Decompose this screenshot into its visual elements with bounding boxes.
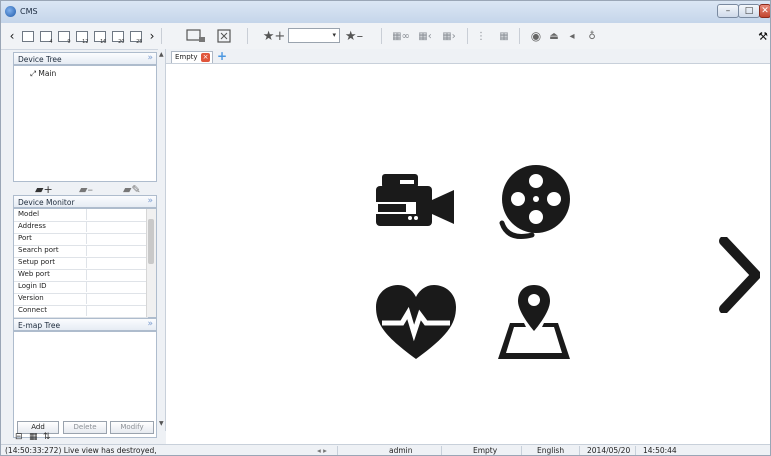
layout-9-button[interactable]: 9 bbox=[56, 27, 71, 45]
toolbar-divider bbox=[467, 28, 468, 44]
status-time: 14:50:44 bbox=[643, 446, 677, 455]
chevron-right-icon[interactable] bbox=[718, 237, 760, 313]
collapse-icon[interactable]: » bbox=[147, 196, 153, 206]
film-reel-icon[interactable] bbox=[494, 163, 574, 243]
fullscreen-icon bbox=[217, 29, 231, 43]
remove-favorite-icon[interactable]: ★– bbox=[343, 27, 365, 45]
modify-button[interactable]: Modify bbox=[110, 421, 154, 434]
layout-12-button[interactable]: 12 bbox=[74, 27, 89, 45]
toolbar-divider bbox=[247, 28, 248, 44]
toolbar: ‹ 4 9 12 16 20 25 › ★+ ▾ ★– ▦∞ ▦‹ ▦› ⋮ ▦… bbox=[1, 23, 770, 50]
bottom-tool-icons: ⊟ ▦ ⇅ bbox=[13, 432, 73, 444]
monitor-row: Connect bbox=[14, 305, 148, 318]
add-favorite-icon[interactable]: ★+ bbox=[263, 27, 286, 45]
tools-icon[interactable]: ⚒ bbox=[757, 27, 769, 45]
device-tree-header[interactable]: Device Tree » bbox=[13, 52, 157, 65]
record-icon[interactable]: ◉ bbox=[529, 27, 543, 45]
layout-16-button[interactable]: 16 bbox=[92, 27, 107, 45]
monitor-pin-button[interactable] bbox=[185, 27, 207, 45]
scrollbar-thumb[interactable] bbox=[148, 219, 154, 264]
sequence-icon[interactable]: ▦∞ bbox=[391, 27, 411, 45]
status-divider bbox=[579, 446, 580, 455]
close-tab-icon[interactable]: × bbox=[201, 53, 210, 62]
cms-window: CMS – □ ✕ ‹ 4 9 12 16 20 25 › ★+ ▾ ★– ▦∞… bbox=[0, 0, 771, 456]
next-page-icon[interactable]: › bbox=[147, 27, 157, 45]
device-monitor-list: Model Address Port Search port Setup por… bbox=[13, 208, 157, 318]
collapse-icon[interactable]: » bbox=[147, 319, 153, 329]
layout-4-icon: 4 bbox=[39, 30, 53, 45]
layout-12-icon: 12 bbox=[75, 30, 89, 45]
layout-16-icon: 16 bbox=[93, 30, 107, 45]
camcorder-icon[interactable] bbox=[376, 170, 456, 236]
close-icon: ✕ bbox=[761, 6, 769, 16]
device-monitor-header[interactable]: Device Monitor » bbox=[13, 195, 157, 208]
grid-icon[interactable]: ▦ bbox=[495, 27, 513, 45]
status-divider bbox=[441, 446, 442, 455]
collapse-up-icon[interactable]: ▲ bbox=[159, 51, 164, 58]
toolbar-divider bbox=[161, 28, 162, 44]
heartbeat-icon[interactable] bbox=[376, 285, 456, 361]
window-title: CMS bbox=[20, 7, 38, 16]
scroll-arrows-icon[interactable]: ◂ ▸ bbox=[317, 446, 327, 455]
main-view: Empty × + bbox=[166, 49, 770, 444]
tree-item-main[interactable]: ⤢ Main bbox=[30, 69, 56, 79]
add-tab-icon[interactable]: + bbox=[217, 49, 227, 63]
tab-empty[interactable]: Empty × bbox=[171, 51, 213, 63]
snapshot-icon[interactable]: ⏏ bbox=[547, 27, 561, 45]
tree-tool-icon[interactable]: ⇅ bbox=[43, 432, 51, 442]
minimize-button[interactable]: – bbox=[717, 4, 739, 18]
collapse-down-icon[interactable]: ▼ bbox=[159, 420, 164, 427]
device-tree: ⤢ Main bbox=[13, 65, 157, 182]
device-monitor-title: Device Monitor bbox=[18, 198, 75, 207]
grid-tool-icon[interactable]: ▦ bbox=[29, 432, 38, 442]
layout-1-icon bbox=[21, 30, 34, 42]
status-bar: (14:50:33:272) Live view has destroyed, … bbox=[1, 444, 770, 455]
panel-splitter[interactable]: ▲ ▼ bbox=[158, 49, 166, 431]
status-divider bbox=[337, 446, 338, 455]
layout-9-icon: 9 bbox=[57, 30, 71, 45]
status-divider bbox=[521, 446, 522, 455]
maximize-button[interactable]: □ bbox=[738, 4, 760, 18]
sequence-next-icon[interactable]: ▦› bbox=[439, 27, 459, 45]
prev-page-icon[interactable]: ‹ bbox=[7, 27, 17, 45]
layout-tool-icon[interactable]: ⊟ bbox=[15, 432, 23, 442]
layout-4-button[interactable]: 4 bbox=[38, 27, 53, 45]
left-panel: Device Tree » ⤢ Main ▰+ ▰– ▰✎ Device Mon… bbox=[13, 49, 157, 438]
emap-tree-title: E-map Tree bbox=[18, 321, 61, 330]
status-user: admin bbox=[389, 446, 413, 455]
toolbar-divider bbox=[519, 28, 520, 44]
favorite-dropdown[interactable]: ▾ bbox=[288, 28, 340, 43]
layout-20-button[interactable]: 20 bbox=[110, 27, 125, 45]
status-divider bbox=[635, 446, 636, 455]
monitor-scrollbar[interactable] bbox=[146, 209, 156, 317]
toolbar-divider bbox=[381, 28, 382, 44]
layout-25-button[interactable]: 25 bbox=[128, 27, 143, 45]
close-button[interactable]: ✕ bbox=[759, 4, 770, 18]
status-log: (14:50:33:272) Live view has destroyed, bbox=[5, 446, 157, 455]
status-layout: Empty bbox=[473, 446, 498, 455]
emap-tree-header[interactable]: E-map Tree » bbox=[13, 318, 157, 331]
title-bar: CMS – □ ✕ bbox=[1, 1, 770, 24]
app-icon bbox=[5, 6, 16, 17]
page-icon[interactable]: ⋮ bbox=[473, 27, 489, 45]
maximize-icon: □ bbox=[744, 6, 754, 16]
tab-strip: Empty × + bbox=[166, 49, 770, 64]
sequence-prev-icon[interactable]: ▦‹ bbox=[415, 27, 435, 45]
device-tree-title: Device Tree bbox=[18, 55, 62, 64]
layout-1-button[interactable] bbox=[20, 27, 35, 45]
status-date: 2014/05/20 bbox=[587, 446, 631, 455]
map-pin-icon[interactable] bbox=[496, 283, 572, 361]
speaker-icon[interactable]: ◂ bbox=[565, 27, 579, 45]
minimize-icon: – bbox=[725, 6, 731, 16]
layout-20-icon: 20 bbox=[111, 30, 125, 45]
monitor-pin-icon bbox=[186, 29, 205, 42]
microphone-icon[interactable]: ♁ bbox=[585, 27, 599, 45]
layout-25-icon: 25 bbox=[129, 30, 143, 45]
status-language: English bbox=[537, 446, 565, 455]
collapse-icon[interactable]: » bbox=[147, 53, 153, 63]
fullscreen-button[interactable] bbox=[215, 27, 233, 45]
chevron-down-icon: ▾ bbox=[332, 31, 336, 39]
